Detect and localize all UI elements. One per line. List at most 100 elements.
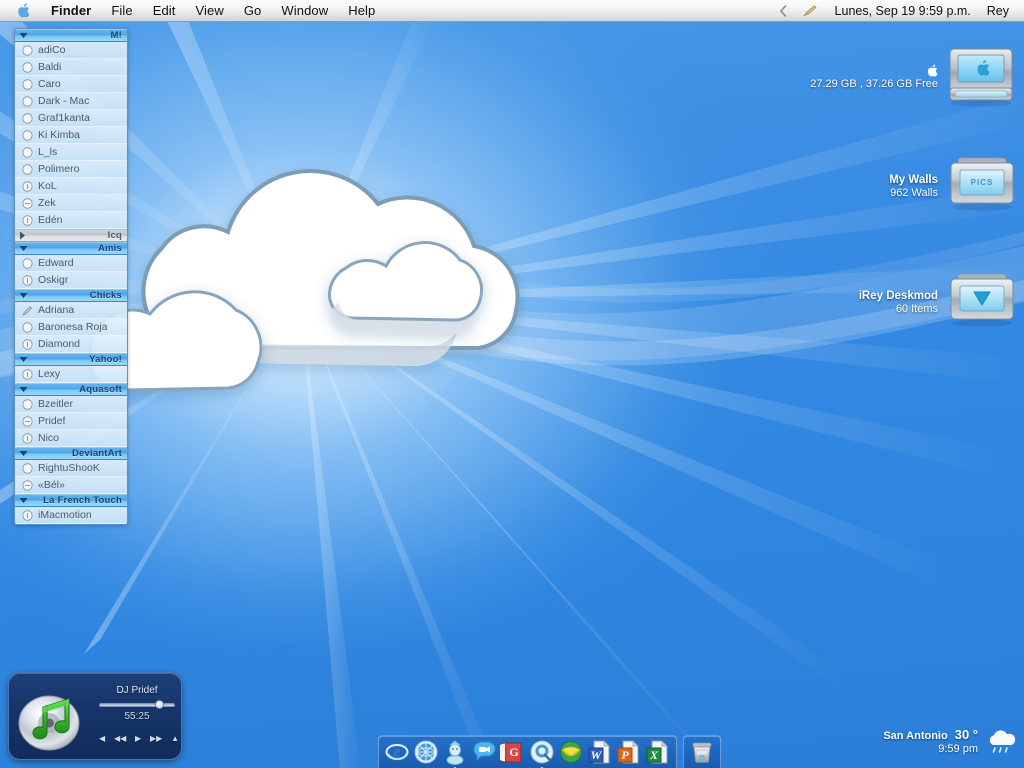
chevron-right-icon[interactable]	[19, 231, 29, 240]
buddy-list-item[interactable]: Lexy	[15, 366, 127, 383]
buddy-list-item[interactable]: iMacmotion	[15, 507, 127, 524]
chevron-down-icon[interactable]	[19, 450, 29, 457]
buddy-name: KoL	[38, 180, 57, 192]
buddy-list-item[interactable]: Ki Kimba	[15, 127, 127, 144]
chevron-down-icon[interactable]	[19, 292, 29, 299]
buddy-group-header-amis[interactable]: Amis	[15, 242, 127, 255]
buddy-list-item[interactable]: Graf1kanta	[15, 110, 127, 127]
desktop-icon-my-walls[interactable]: My Walls 962 Walls PICS	[889, 156, 1018, 218]
buddy-name: Graf1kanta	[38, 112, 90, 124]
buddy-list-item[interactable]: Adriana	[15, 302, 127, 319]
idle-status-icon	[22, 338, 33, 350]
apple-menu-button[interactable]	[0, 2, 41, 19]
menu-item-help[interactable]: Help	[338, 0, 385, 22]
buddy-list-item[interactable]: Diamond	[15, 336, 127, 353]
dictionary-icon[interactable]: G	[495, 739, 526, 765]
aim-buddy-icon[interactable]	[442, 739, 468, 768]
dock[interactable]: e G WPX	[378, 735, 721, 768]
buddy-list-item[interactable]: Pridef	[15, 413, 127, 430]
menu-item-file[interactable]: File	[101, 0, 142, 22]
menu-item-window[interactable]: Window	[271, 0, 338, 22]
chevron-down-icon[interactable]	[19, 245, 29, 252]
rewind-icon[interactable]: ◀◀	[114, 735, 126, 743]
buddy-group-header-yahoo[interactable]: Yahoo!	[15, 353, 127, 366]
chevron-down-icon[interactable]	[19, 32, 29, 39]
buddy-name: adiCo	[38, 44, 66, 56]
buddy-name: Oskigr	[38, 274, 69, 286]
buddy-list-item[interactable]: adiCo	[15, 42, 127, 59]
buddy-group-header-icq[interactable]: Icq	[15, 229, 127, 242]
menu-bar[interactable]: Finder File Edit View Go Window Help Lun…	[0, 0, 1024, 22]
buddy-group-label: Chicks	[89, 290, 122, 301]
buddy-list-item[interactable]: Polimero	[15, 161, 127, 178]
weather-widget[interactable]: San Antonio 30 ° 9:59 pm	[883, 728, 1018, 756]
buddy-name: Nico	[38, 432, 60, 444]
word-icon[interactable]: W	[587, 739, 613, 765]
chevron-left-icon[interactable]	[772, 0, 794, 22]
trash-icon[interactable]	[689, 739, 715, 765]
aim-buddy-icon-glyph	[446, 740, 464, 765]
buddy-list-item[interactable]: Zek	[15, 195, 127, 212]
menu-bar-status-area[interactable]: Lunes, Sep 19 9:59 p.m. Rey	[772, 0, 1024, 22]
buddy-list-item[interactable]: Baldi	[15, 59, 127, 76]
buddy-list-item[interactable]: Dark - Mac	[15, 93, 127, 110]
internet-explorer-icon[interactable]: e	[384, 739, 410, 765]
buddy-list-panel[interactable]: M! adiCo Baldi Caro Dark - Mac Graf1kanta Ki K…	[14, 28, 128, 525]
menu-item-finder[interactable]: Finder	[41, 0, 101, 22]
svg-text:PICS: PICS	[971, 178, 994, 187]
desktop-icon-hard-drive[interactable]: 27.29 GB , 37.26 GB Free	[810, 46, 1018, 108]
menu-bar-user[interactable]: Rey	[980, 0, 1016, 22]
eject-icon[interactable]: ▲	[171, 735, 179, 743]
pencil-icon[interactable]	[796, 0, 826, 22]
buddy-list-item[interactable]: «Bél»	[15, 477, 127, 494]
menu-item-view[interactable]: View	[186, 0, 234, 22]
buddy-list-item[interactable]: L_ls	[15, 144, 127, 161]
buddy-list-item[interactable]: Nico	[15, 430, 127, 447]
slider-knob[interactable]	[155, 700, 164, 709]
word-icon-glyph: W	[588, 740, 610, 764]
menu-items[interactable]: Finder File Edit View Go Window Help	[41, 0, 385, 22]
menu-bar-clock[interactable]: Lunes, Sep 19 9:59 p.m.	[828, 0, 978, 22]
weather-temperature: 30 °	[954, 727, 978, 742]
dock-trash-panel[interactable]	[683, 735, 721, 768]
ichat-icon[interactable]	[471, 739, 497, 765]
buddy-group-header-chicks[interactable]: Chicks	[15, 289, 127, 302]
menu-item-edit[interactable]: Edit	[143, 0, 186, 22]
my-walls-count: 962 Walls	[890, 187, 938, 199]
buddy-group-header-deviantart[interactable]: DeviantArt	[15, 447, 127, 460]
buddy-list-item[interactable]: Bzeitler	[15, 396, 127, 413]
desktop-icon-irey-deskmod[interactable]: iRey Deskmod 60 Items	[859, 272, 1018, 334]
available-status-icon	[22, 95, 33, 107]
buddy-name: Adriana	[38, 304, 75, 316]
web-browser-icon[interactable]	[413, 739, 439, 765]
buddy-group-header-m[interactable]: M!	[15, 29, 127, 42]
buddy-list-item[interactable]: Edén	[15, 212, 127, 229]
play-icon[interactable]: ▶	[135, 735, 141, 743]
buddy-group-header-aquasoft[interactable]: Aquasoft	[15, 383, 127, 396]
available-status-icon	[22, 163, 33, 175]
buddy-list-item[interactable]: RightuShooK	[15, 460, 127, 477]
previous-icon[interactable]: ◀	[99, 735, 105, 743]
buddy-list-item[interactable]: Baronesa Roja	[15, 319, 127, 336]
buddy-list-item[interactable]: KoL	[15, 178, 127, 195]
sherlock-icon[interactable]	[529, 739, 555, 768]
away-status-icon	[22, 197, 33, 209]
excel-icon[interactable]: X	[645, 739, 671, 765]
itunes-mini-player[interactable]: DJ Pridef 55:25 ◀ ◀◀ ▶ ▶▶ ▲	[8, 672, 182, 760]
powerpoint-icon[interactable]: P	[616, 739, 642, 765]
entourage-icon[interactable]	[558, 739, 584, 765]
buddy-name: Edén	[38, 214, 63, 226]
chevron-down-icon[interactable]	[19, 497, 29, 504]
chevron-down-icon[interactable]	[19, 356, 29, 363]
buddy-group-header-la-french-touch[interactable]: La French Touch	[15, 494, 127, 507]
irey-deskmod-count: 60 Items	[895, 303, 938, 315]
buddy-list-item[interactable]: Caro	[15, 76, 127, 93]
buddy-list-item[interactable]: Oskigr	[15, 272, 127, 289]
itunes-progress-slider[interactable]	[99, 700, 175, 709]
menu-item-go[interactable]: Go	[234, 0, 272, 22]
dock-app-panel[interactable]: e G WPX	[378, 735, 677, 768]
buddy-list-item[interactable]: Edward	[15, 255, 127, 272]
chevron-down-icon[interactable]	[19, 386, 29, 393]
itunes-transport-controls[interactable]: ◀ ◀◀ ▶ ▶▶ ▲	[99, 735, 179, 743]
fast-forward-icon[interactable]: ▶▶	[150, 735, 162, 743]
